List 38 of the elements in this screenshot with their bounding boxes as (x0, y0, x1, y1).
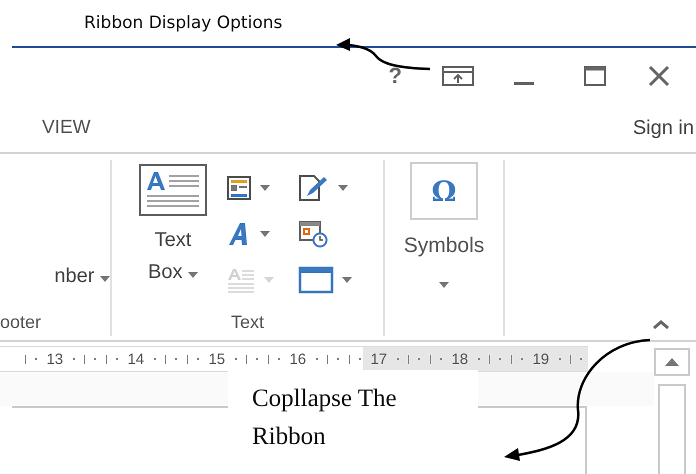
chevron-up-icon (652, 319, 670, 329)
up-arrow-icon (665, 358, 679, 366)
quick-parts-icon (226, 175, 252, 201)
collapse-ribbon-button[interactable] (652, 317, 670, 332)
caret-icon (338, 185, 348, 191)
ribbon-tab[interactable]: VIEW (42, 117, 91, 139)
calendar-clock-icon (298, 220, 328, 248)
omega-icon: Ω (432, 174, 456, 208)
sign-in-link[interactable]: Sign in (632, 116, 694, 140)
caret-icon (260, 231, 270, 237)
caret-icon (264, 277, 274, 283)
close-button[interactable] (648, 65, 670, 87)
caret-icon (342, 277, 352, 283)
page-number-button[interactable]: nber (54, 265, 110, 288)
text-box-button[interactable]: Text Box (134, 164, 212, 288)
drop-cap-icon (226, 267, 256, 293)
maximize-button[interactable] (584, 66, 606, 86)
help-button[interactable]: ? (388, 63, 402, 89)
annotation-label: Copllapse The Ribbon (252, 384, 398, 452)
pen-page-icon (298, 174, 330, 202)
minimize-icon (514, 82, 534, 84)
maximize-icon (584, 66, 606, 86)
close-icon (648, 65, 670, 87)
ribbon-display-options-button[interactable] (442, 66, 474, 86)
symbols-button[interactable]: Ω Symbols (385, 162, 503, 294)
caret-icon (260, 185, 270, 191)
scrollbar-thumb[interactable] (658, 384, 686, 474)
group-label: ooter (0, 311, 42, 334)
caret-icon (439, 282, 449, 288)
group-label: Text (230, 311, 264, 334)
caret-icon (188, 272, 198, 278)
text-box-icon (139, 164, 207, 216)
scroll-up-button[interactable] (654, 348, 690, 376)
annotation-label: Ribbon Display Options (84, 13, 282, 33)
ribbon-display-icon (442, 66, 474, 86)
ruler: 13 14 15 16 17 18 19 (0, 346, 588, 372)
caret-icon (100, 276, 110, 282)
window-object-icon (298, 266, 334, 294)
